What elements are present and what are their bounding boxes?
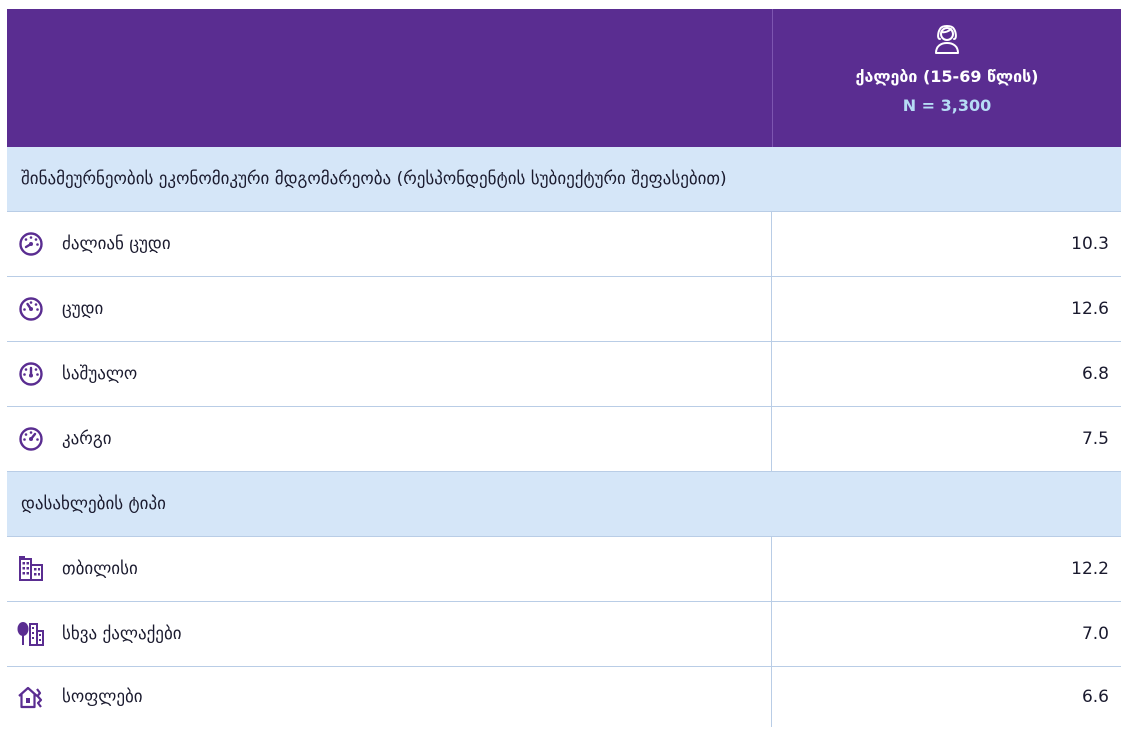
row-label: სოფლები xyxy=(62,687,143,707)
row-value: 12.2 xyxy=(1071,559,1109,579)
row-value: 12.6 xyxy=(1071,299,1109,319)
gauge-high-icon xyxy=(17,425,45,453)
section-economic-status: შინამეურნეობის ეკონომიკური მდგომარეობა (… xyxy=(7,147,1121,212)
table-header: ქალები (15-69 წლის) N = 3,300 xyxy=(7,9,1121,147)
table-row: სოფლები 6.6 xyxy=(7,667,1121,727)
data-table: ქალები (15-69 წლის) N = 3,300 შინამეურნე… xyxy=(7,9,1121,727)
row-label: თბილისი xyxy=(62,559,138,579)
town-tree-icon xyxy=(17,620,45,648)
village-house-icon xyxy=(17,683,45,711)
header-column-women: ქალები (15-69 წლის) N = 3,300 xyxy=(773,9,1121,147)
table-row: ძალიან ცუდი 10.3 xyxy=(7,212,1121,277)
row-label: სხვა ქალაქები xyxy=(62,624,182,644)
row-value: 7.5 xyxy=(1081,429,1109,449)
row-label: ცუდი xyxy=(62,299,104,319)
sample-size: N = 3,300 xyxy=(902,96,992,115)
table-row: კარგი 7.5 xyxy=(7,407,1121,472)
table-row: საშუალო 6.8 xyxy=(7,342,1121,407)
gauge-low-icon xyxy=(17,295,45,323)
row-value: 6.6 xyxy=(1081,687,1109,707)
woman-icon xyxy=(935,25,959,54)
gauge-very-low-icon xyxy=(17,230,45,258)
header-empty-cell xyxy=(7,9,773,147)
row-value: 6.8 xyxy=(1081,364,1109,384)
column-title: ქალები (15-69 წლის) xyxy=(855,67,1039,86)
table-row: სხვა ქალაქები 7.0 xyxy=(7,602,1121,667)
row-label: კარგი xyxy=(62,429,112,449)
row-label: ძალიან ცუდი xyxy=(62,234,171,254)
gauge-mid-icon xyxy=(17,360,45,388)
table-row: თბილისი 12.2 xyxy=(7,537,1121,602)
row-label: საშუალო xyxy=(62,364,138,384)
city-buildings-icon xyxy=(17,555,45,583)
row-value: 10.3 xyxy=(1071,234,1109,254)
table-row: ცუდი 12.6 xyxy=(7,277,1121,342)
row-value: 7.0 xyxy=(1081,624,1109,644)
section-settlement-type: დასახლების ტიპი xyxy=(7,472,1121,537)
